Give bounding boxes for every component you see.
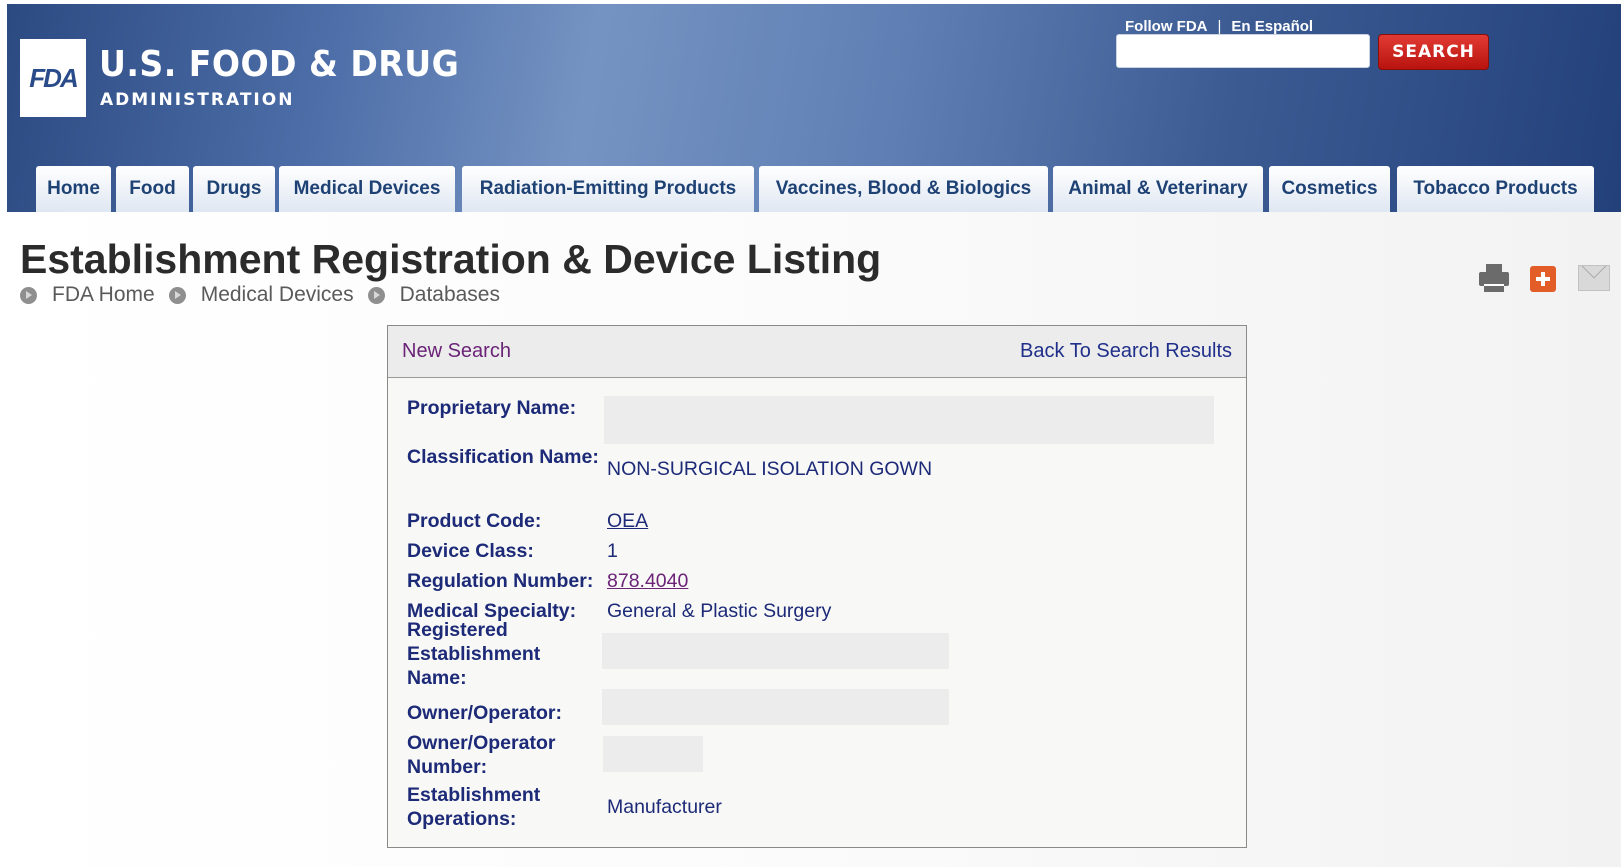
tab-radiation-emitting-products[interactable]: Radiation-Emitting Products <box>462 166 754 212</box>
tab-home[interactable]: Home <box>36 166 111 212</box>
record-panel: New Search Back To Search Results Propri… <box>387 325 1247 848</box>
field-label: Owner/Operator: <box>407 702 562 724</box>
regulation-number-link[interactable]: 878.4040 <box>607 570 688 592</box>
field-regulation-number: Regulation Number: 878.4040 <box>407 569 688 593</box>
tab-tobacco-products[interactable]: Tobacco Products <box>1397 166 1594 212</box>
field-value: NON-SURGICAL ISOLATION GOWN <box>607 458 933 480</box>
breadcrumb-label: FDA Home <box>52 283 155 306</box>
search-button[interactable]: SEARCH <box>1378 34 1489 70</box>
field-establishment-operations: Establishment Operations: Manufacturer <box>407 783 722 831</box>
field-proprietary-name: Proprietary Name: <box>407 396 607 420</box>
search-input[interactable] <box>1116 34 1370 68</box>
tab-animal-veterinary[interactable]: Animal & Veterinary <box>1053 166 1263 212</box>
chevron-right-icon <box>168 286 186 304</box>
field-label: Proprietary Name: <box>407 397 577 419</box>
field-product-code: Product Code: OEA <box>407 509 648 533</box>
espanol-link[interactable]: En Español <box>1231 18 1313 35</box>
field-label: Registered Establishment Name: <box>407 619 541 689</box>
breadcrumb: FDA Home Medical Devices Databases <box>20 283 514 307</box>
utility-separator: | <box>1217 18 1222 35</box>
field-value: Manufacturer <box>607 796 722 818</box>
tab-cosmetics[interactable]: Cosmetics <box>1269 166 1390 212</box>
breadcrumb-label: Medical Devices <box>200 283 354 306</box>
utility-links: Follow FDA | En Español <box>1125 18 1313 35</box>
tab-medical-devices[interactable]: Medical Devices <box>279 166 455 212</box>
field-label: Product Code: <box>407 510 542 532</box>
page-title: Establishment Registration & Device List… <box>20 236 882 282</box>
redacted-value <box>603 736 703 772</box>
agency-name[interactable]: U.S. FOOD & DRUG <box>99 44 459 85</box>
redacted-value <box>604 396 1214 444</box>
tab-vaccines-blood-biologics[interactable]: Vaccines, Blood & Biologics <box>759 166 1048 212</box>
field-label: Device Class: <box>407 540 534 562</box>
new-search-link[interactable]: New Search <box>402 340 511 363</box>
field-label: Establishment Operations: <box>407 784 541 830</box>
plus-icon[interactable] <box>1528 262 1560 294</box>
field-value: General & Plastic Surgery <box>607 600 832 622</box>
field-owner-operator: Owner/Operator: <box>407 701 607 725</box>
agency-subtitle: ADMINISTRATION <box>100 90 295 110</box>
field-device-class: Device Class: 1 <box>407 539 618 563</box>
breadcrumb-item-medical-devices[interactable]: Medical Devices <box>168 283 354 307</box>
product-code-link[interactable]: OEA <box>607 510 648 532</box>
print-icon[interactable] <box>1478 262 1510 294</box>
field-owner-operator-number: Owner/Operator Number: <box>407 731 567 779</box>
field-label: Classification Name: <box>407 446 599 468</box>
fda-logo[interactable]: FDA <box>20 39 86 117</box>
breadcrumb-label: Databases <box>399 283 500 306</box>
field-registered-establishment: Registered Establishment Name: <box>407 618 547 690</box>
chevron-right-icon <box>20 286 37 304</box>
field-classification-name: Classification Name: NON-SURGICAL ISOLAT… <box>407 445 932 481</box>
logo-text: FDA <box>29 62 78 93</box>
field-label: Owner/Operator Number: <box>407 732 556 778</box>
mail-icon[interactable] <box>1578 262 1610 294</box>
panel-header: New Search Back To Search Results <box>388 326 1246 378</box>
tab-food[interactable]: Food <box>116 166 189 212</box>
tab-drugs[interactable]: Drugs <box>193 166 275 212</box>
redacted-value <box>602 633 949 669</box>
follow-fda-link[interactable]: Follow FDA <box>1125 18 1208 35</box>
breadcrumb-item-databases[interactable]: Databases <box>367 283 500 307</box>
chevron-right-icon <box>367 286 385 304</box>
field-label: Regulation Number: <box>407 570 594 592</box>
field-value: 1 <box>607 540 618 562</box>
redacted-value <box>602 689 949 725</box>
back-to-results-link[interactable]: Back To Search Results <box>1020 340 1232 363</box>
breadcrumb-item-fda-home[interactable]: FDA Home <box>20 283 155 307</box>
page-tools <box>1478 262 1621 294</box>
